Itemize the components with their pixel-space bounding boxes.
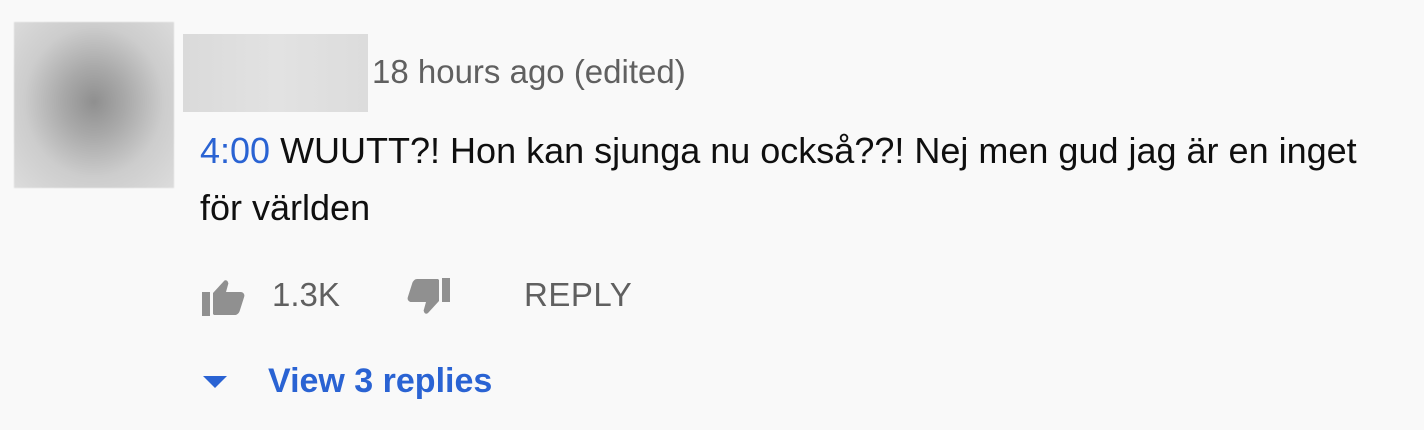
- caret-down-icon: [203, 376, 227, 388]
- reply-button[interactable]: REPLY: [524, 274, 632, 316]
- thumbs-down-icon[interactable]: [404, 278, 452, 318]
- comment-thread: 18 hours ago (edited) 4:00 WUUTT?! Hon k…: [0, 0, 1424, 430]
- comment-body: 4:00 WUUTT?! Hon kan sjunga nu också??! …: [200, 122, 1390, 236]
- author-avatar[interactable]: [14, 22, 174, 188]
- comment-text: WUUTT?! Hon kan sjunga nu också??! Nej m…: [200, 130, 1357, 228]
- author-name-redacted[interactable]: [183, 34, 368, 112]
- like-count: 1.3K: [272, 276, 340, 313]
- timestamp-link[interactable]: 4:00: [200, 130, 270, 171]
- thumbs-up-icon[interactable]: [200, 276, 248, 316]
- view-replies-label: View 3 replies: [268, 362, 493, 400]
- comment-timestamp[interactable]: 18 hours ago (edited): [372, 52, 686, 92]
